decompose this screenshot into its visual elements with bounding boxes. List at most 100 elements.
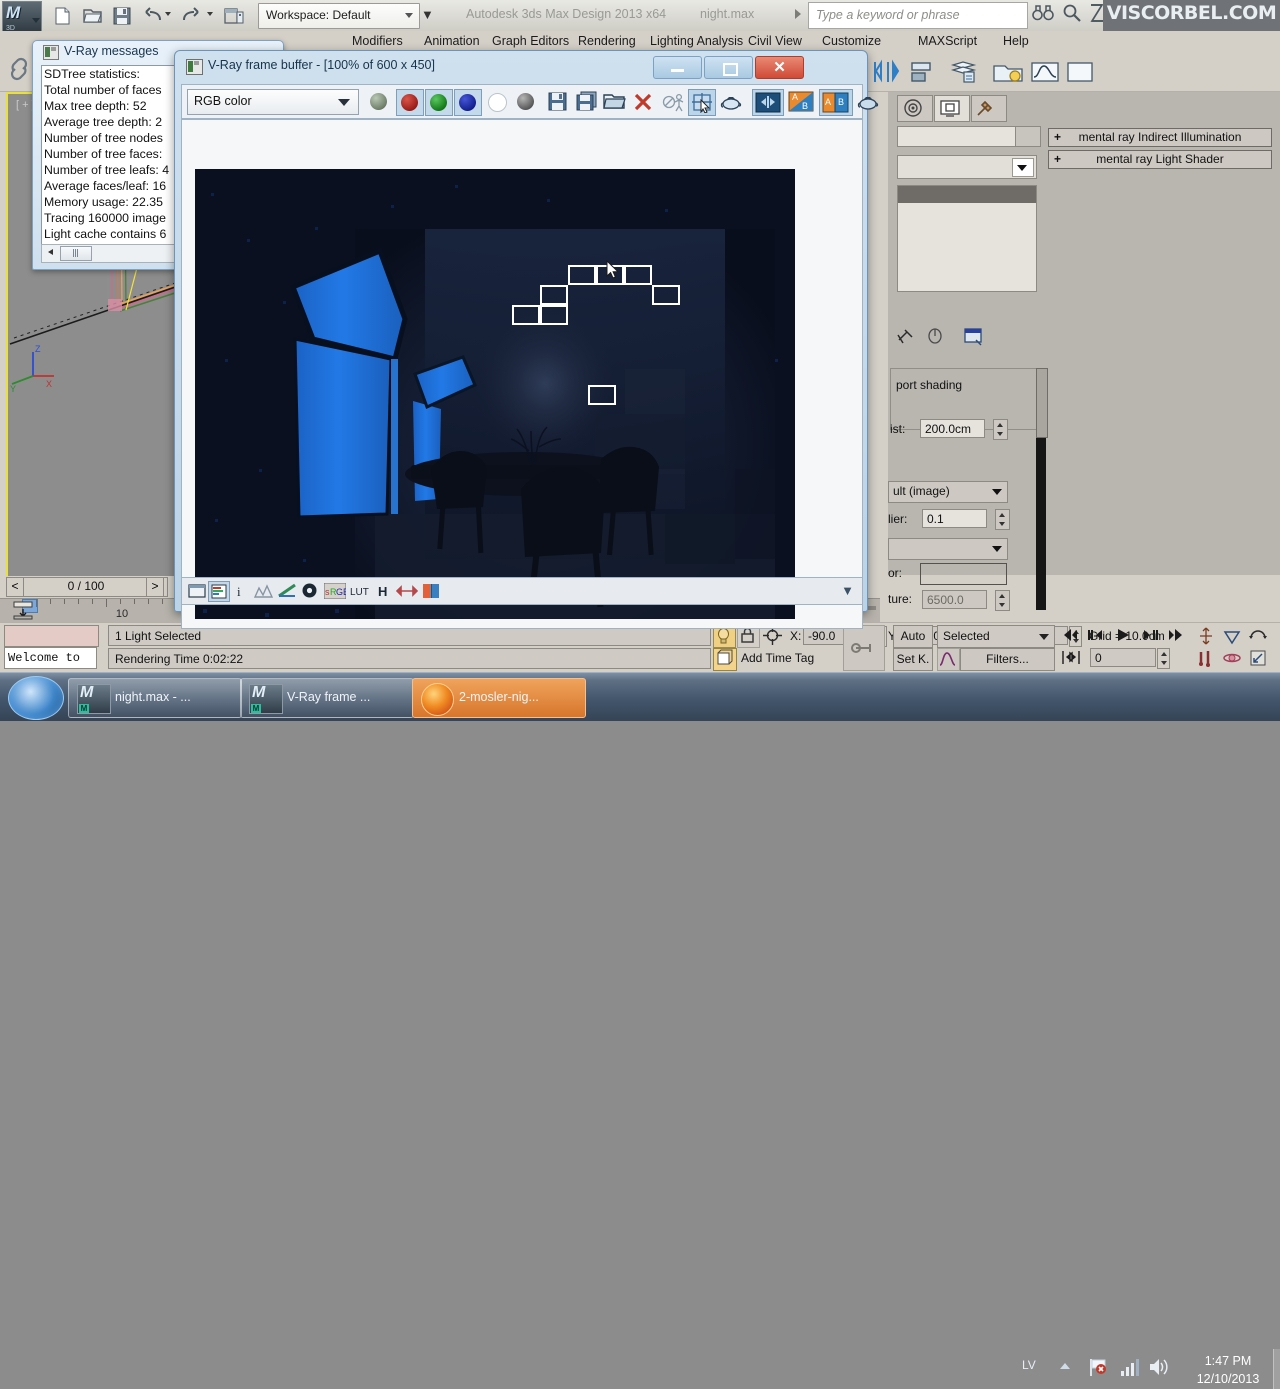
pin-stack-icon[interactable] <box>896 326 918 346</box>
menu-item-lighting-analysis[interactable]: Lighting Analysis <box>650 34 743 48</box>
curve-icon[interactable] <box>276 581 296 600</box>
start-button[interactable] <box>8 676 64 720</box>
key-filters-button[interactable]: Filters... <box>960 648 1055 671</box>
channel-green-icon[interactable] <box>425 89 453 116</box>
render-last-icon[interactable] <box>717 89 743 114</box>
rollout-mental-ray-indirect-illumination[interactable]: + mental ray Indirect Illumination <box>1048 128 1272 147</box>
temperature-spinner[interactable] <box>995 590 1010 611</box>
undo-dropdown-arrow[interactable] <box>165 12 171 16</box>
light-type-select[interactable] <box>888 538 1008 560</box>
menu-item-modifiers[interactable]: Modifiers <box>352 34 403 48</box>
time-slider-next-button[interactable]: > <box>146 577 164 597</box>
orbit-icon[interactable] <box>1222 648 1242 668</box>
channel-mono-icon[interactable] <box>513 89 539 114</box>
light-color-swatch[interactable] <box>920 563 1007 585</box>
go-to-start-icon[interactable] <box>1059 626 1080 645</box>
clock-date[interactable]: 12/10/2013 <box>1182 1372 1274 1386</box>
settings-gear-icon[interactable] <box>300 581 320 600</box>
tab-create[interactable] <box>897 95 933 122</box>
current-frame-field[interactable]: 0 <box>1090 648 1156 667</box>
add-time-tag-icon[interactable] <box>713 648 737 671</box>
channel-select[interactable]: RGB color <box>187 89 359 115</box>
save-file-icon[interactable] <box>110 4 134 27</box>
dist-spinner[interactable] <box>993 419 1008 440</box>
ab-compare-icon[interactable]: AB <box>786 89 816 114</box>
scroll-left-icon[interactable] <box>43 246 57 259</box>
open-file-icon[interactable] <box>80 4 104 27</box>
clock-time[interactable]: 1:47 PM <box>1182 1354 1274 1368</box>
maximize-button[interactable] <box>704 56 753 79</box>
show-desktop-button[interactable] <box>1273 1349 1280 1389</box>
save-image-icon[interactable] <box>545 89 571 114</box>
menu-item-maxscript[interactable]: MAXScript <box>918 34 977 48</box>
color-clamp-icon[interactable] <box>420 581 440 600</box>
scrollbar-thumb[interactable] <box>60 246 92 261</box>
track-mouse-icon[interactable] <box>659 89 685 114</box>
temperature-field[interactable]: 6500.0 <box>922 590 987 609</box>
taskbar-item-firefox[interactable]: 2-mosler-nig... <box>412 678 586 718</box>
tab-utilities[interactable] <box>971 95 1007 122</box>
network-flag-icon[interactable] <box>1088 1357 1110 1377</box>
channel-alpha-icon[interactable] <box>484 89 510 114</box>
taskbar-item-vray-frame-buffer[interactable]: MM V-Ray frame ... <box>240 678 414 718</box>
zoom-extents-icon[interactable] <box>1222 626 1242 646</box>
menu-item-civil-view[interactable]: Civil View <box>748 34 802 48</box>
rollout-mental-ray-light-shader[interactable]: + mental ray Light Shader <box>1048 150 1272 169</box>
auto-key-button[interactable]: Auto <box>893 625 933 648</box>
configure-modifier-sets-icon[interactable] <box>962 326 986 346</box>
new-file-icon[interactable] <box>50 4 74 27</box>
application-menu-button[interactable]: M 3D <box>2 1 42 33</box>
dist-field[interactable]: 200.0cm <box>920 419 985 438</box>
taskbar-item-nightmax[interactable]: MM night.max - ... <box>68 678 242 718</box>
maximize-viewport-toggle-icon[interactable] <box>1248 648 1268 668</box>
close-button[interactable]: ✕ <box>755 56 804 79</box>
menu-item-graph-editors[interactable]: Graph Editors <box>492 34 569 48</box>
ab-compare-split-icon[interactable]: AB <box>819 89 853 116</box>
menu-item-rendering[interactable]: Rendering <box>578 34 636 48</box>
save-all-channels-icon[interactable] <box>573 89 599 114</box>
vfb-titlebar[interactable]: V-Ray frame buffer - [100% of 600 x 450]… <box>175 51 867 82</box>
previous-frame-icon[interactable] <box>1086 626 1107 645</box>
histogram-icon[interactable] <box>252 581 274 600</box>
next-frame-icon[interactable] <box>1140 626 1161 645</box>
show-hidden-icons-arrow[interactable] <box>1060 1363 1070 1369</box>
key-mode-toggle-icon[interactable] <box>1060 648 1082 667</box>
search-input[interactable]: Type a keyword or phrase <box>808 2 1028 29</box>
key-filter-mode-select[interactable]: Selected <box>937 625 1055 648</box>
field-of-view-icon[interactable] <box>1196 648 1216 668</box>
set-key-toggle-button[interactable] <box>843 625 885 671</box>
rendered-image[interactable] <box>195 169 795 619</box>
go-to-end-icon[interactable] <box>1167 626 1188 645</box>
mirror-icon[interactable] <box>872 59 902 83</box>
menu-item-help[interactable]: Help <box>1003 34 1029 48</box>
add-time-tag-label[interactable]: Add Time Tag <box>741 651 814 665</box>
object-type-select[interactable] <box>897 155 1037 179</box>
command-panel-scrollbar-thumb[interactable] <box>1036 368 1048 438</box>
maxscript-mini-listener-input[interactable] <box>4 625 99 647</box>
arc-rotate-icon[interactable] <box>1248 626 1268 646</box>
time-slider-prev-button[interactable]: < <box>6 577 24 597</box>
render-region-icon[interactable] <box>688 89 716 116</box>
menu-item-customize[interactable]: Customize <box>822 34 881 48</box>
lut-icon[interactable]: LUT <box>348 581 370 600</box>
show-end-result-icon[interactable] <box>924 326 946 346</box>
clear-image-icon[interactable] <box>630 89 656 114</box>
color-corrections-icon[interactable] <box>208 581 230 602</box>
stereo-icon[interactable] <box>394 581 419 600</box>
search-magnifier-icon[interactable] <box>1062 4 1088 28</box>
multiplier-field[interactable]: 0.1 <box>922 509 987 528</box>
modifier-stack-list[interactable] <box>897 185 1037 292</box>
align-icon[interactable] <box>908 59 938 83</box>
undo-icon[interactable] <box>140 4 164 27</box>
expand-panel-chevron-icon[interactable]: ▼ <box>841 583 854 598</box>
channel-blue-icon[interactable] <box>454 89 482 116</box>
object-color-swatch[interactable] <box>1015 126 1041 147</box>
minimize-button[interactable] <box>653 56 702 79</box>
tab-modify[interactable] <box>934 95 970 122</box>
vray-frame-buffer-window[interactable]: V-Ray frame buffer - [100% of 600 x 450]… <box>174 50 879 629</box>
play-animation-icon[interactable] <box>1113 626 1134 645</box>
parameter-curve-out-of-range-icon[interactable] <box>937 648 960 671</box>
signal-bars-icon[interactable] <box>1120 1357 1140 1377</box>
image-info-icon[interactable]: i <box>232 581 252 600</box>
volume-icon[interactable] <box>1148 1357 1170 1377</box>
